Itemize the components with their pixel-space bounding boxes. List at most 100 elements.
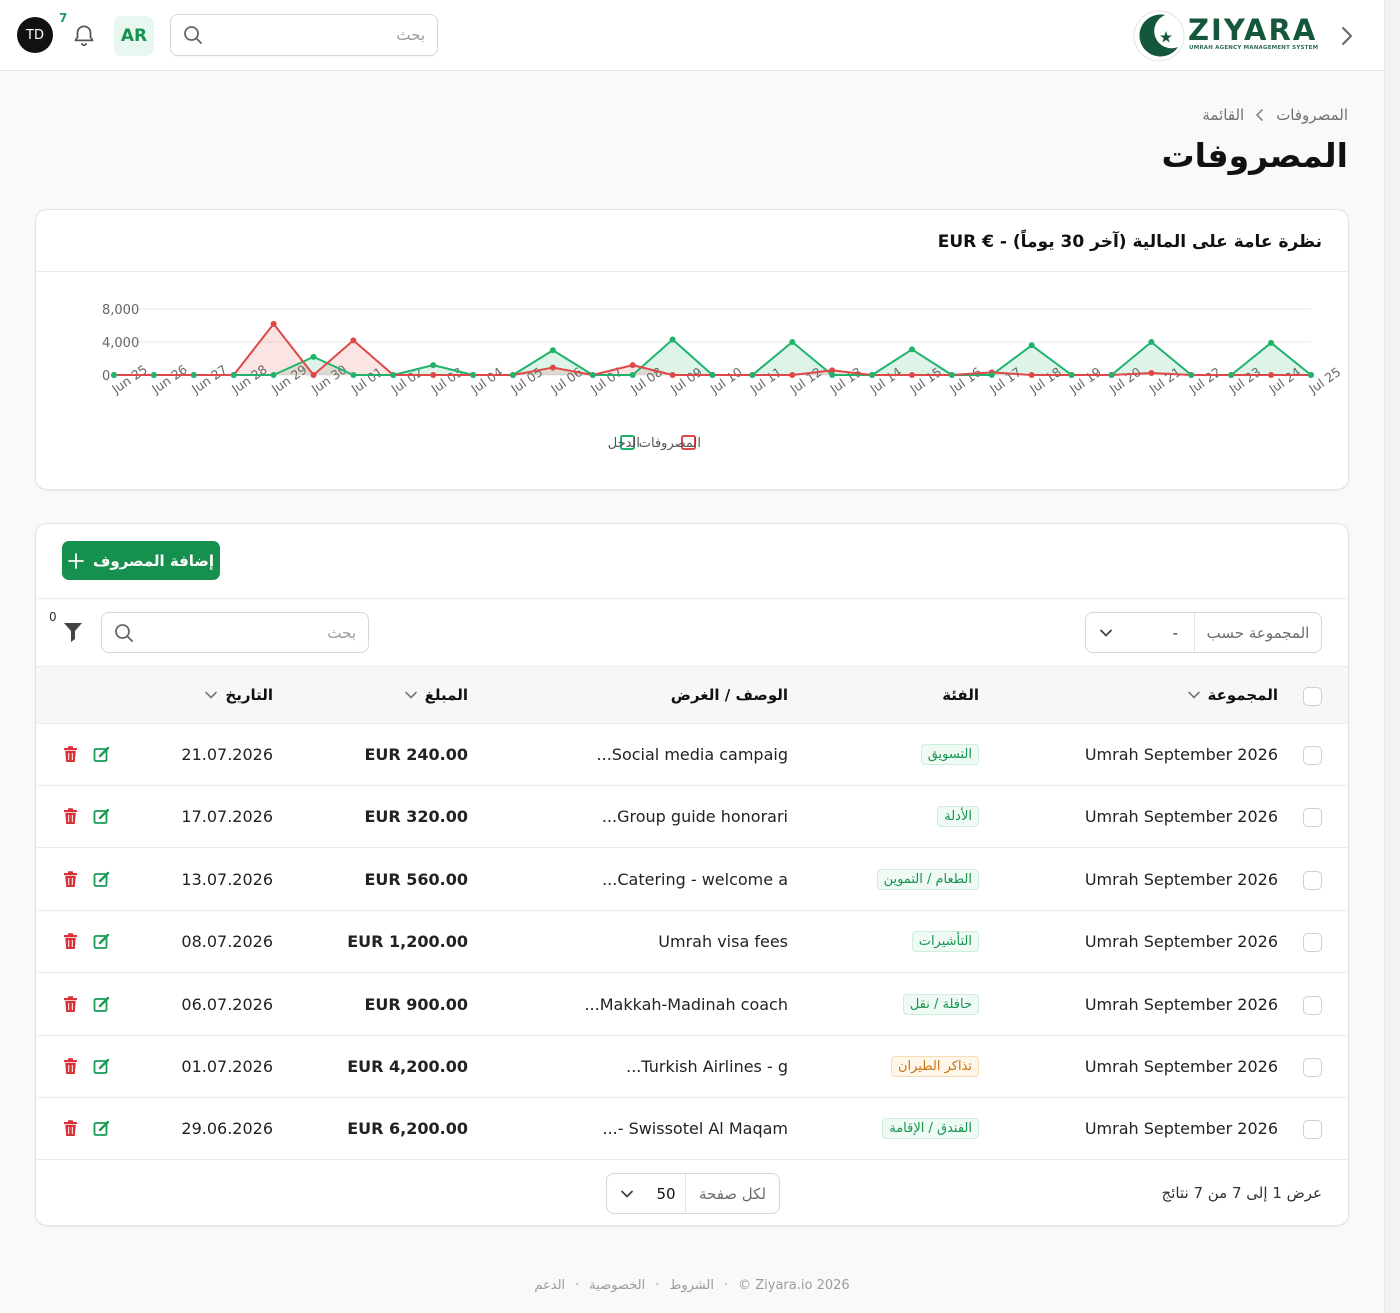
- toolbar-divider: [36, 598, 1348, 599]
- per-page-label: لكل صفحة: [685, 1174, 779, 1213]
- row-checkbox[interactable]: [1303, 1120, 1322, 1140]
- row-checkbox[interactable]: [1303, 870, 1322, 890]
- row-checkbox[interactable]: [1303, 995, 1322, 1015]
- table-row[interactable]: Umrah September 2026 الفندق / الإقامة Swis…: [36, 1098, 1348, 1161]
- data-point: [1148, 339, 1155, 345]
- y-tick-label: 8,000: [102, 303, 139, 318]
- data-point: [1068, 372, 1075, 378]
- legend-label: الدخل: [608, 436, 640, 451]
- row-checkbox[interactable]: [1303, 1058, 1322, 1077]
- table-row[interactable]: Umrah September 2026 التأشيرات Umrah visa …: [36, 911, 1348, 974]
- language-button[interactable]: AR: [114, 16, 154, 56]
- user-avatar[interactable]: TD: [17, 17, 53, 53]
- column-header-date[interactable]: التاريخ: [205, 686, 273, 704]
- row-checkbox[interactable]: [1303, 933, 1322, 953]
- page-title: المصروفات: [1161, 136, 1348, 175]
- category-badge: التسويق: [920, 744, 979, 765]
- edit-icon[interactable]: [93, 933, 110, 950]
- data-point: [1268, 372, 1275, 378]
- edit-icon[interactable]: [93, 808, 110, 825]
- data-point: [789, 339, 796, 345]
- group-cell: Umrah September 2026: [1084, 1119, 1278, 1139]
- edit-icon[interactable]: [93, 1120, 110, 1137]
- data-point: [390, 372, 397, 378]
- edit-icon[interactable]: [93, 871, 110, 888]
- scrollbar[interactable]: [1384, 0, 1400, 1313]
- column-header-amount-label: المبلغ: [424, 686, 468, 704]
- edit-icon[interactable]: [93, 746, 110, 763]
- logo-wordmark: ZIYARA: [1188, 13, 1318, 47]
- data-point: [988, 372, 995, 378]
- table-row[interactable]: Umrah September 2026 تذاكر الطيران Turkish…: [36, 1036, 1348, 1098]
- logo-tagline: UMRAH AGENCY MANAGEMENT SYSTEM: [1189, 45, 1319, 51]
- trash-icon[interactable]: [63, 870, 78, 888]
- footer-link-support[interactable]: الدعم: [534, 1278, 565, 1293]
- page-footer: © Ziyara.io 2026 · الشروط · الخصوصية · ا…: [0, 1278, 1384, 1293]
- table-row[interactable]: Umrah September 2026 التسويق Social media …: [36, 724, 1348, 786]
- group-by-select[interactable]: المجموعة حسب -: [1085, 612, 1322, 653]
- category-badge: الأدلة: [937, 806, 979, 828]
- bell-icon[interactable]: [71, 22, 97, 48]
- amount-cell: EUR 4,200.00: [347, 1057, 468, 1076]
- trash-icon[interactable]: [63, 995, 78, 1013]
- data-point: [310, 353, 317, 360]
- data-point: [1028, 342, 1035, 349]
- x-tick-label: Jul 10: [707, 364, 745, 397]
- plus-icon: [68, 552, 84, 569]
- data-point: [829, 372, 836, 378]
- breadcrumb-item-list: القائمة: [1202, 106, 1245, 124]
- date-cell: 13.07.2026: [181, 869, 273, 889]
- edit-icon[interactable]: [93, 996, 110, 1013]
- per-page-select[interactable]: لكل صفحة 50: [606, 1173, 780, 1214]
- select-all-checkbox[interactable]: [1303, 687, 1322, 706]
- x-tick-label: Jun 25: [108, 362, 150, 397]
- trash-icon[interactable]: [63, 1120, 78, 1137]
- column-header-group[interactable]: المجموعة: [1187, 686, 1278, 704]
- global-search[interactable]: [170, 14, 438, 56]
- date-cell: 06.07.2026: [181, 994, 273, 1014]
- filter-icon[interactable]: [63, 621, 83, 643]
- breadcrumb-item-expenses[interactable]: المصروفات: [1276, 106, 1348, 124]
- table-row[interactable]: Umrah September 2026 حافلة / نقل Makkah-Ma…: [36, 974, 1348, 1036]
- data-point: [669, 372, 676, 378]
- add-expense-button[interactable]: إضافة المصروف: [62, 541, 220, 580]
- trash-icon[interactable]: [63, 746, 78, 763]
- data-point: [629, 362, 636, 369]
- footer-link-terms[interactable]: الشروط: [669, 1278, 714, 1293]
- pagination-summary: عرض 1 إلى 7 من 7 نتائج: [1161, 1184, 1322, 1202]
- expenses-table-card: إضافة المصروف المجموعة حسب - 0 المجموعة …: [35, 523, 1349, 1226]
- trash-icon[interactable]: [63, 1058, 78, 1075]
- footer-separator: ·: [723, 1278, 729, 1293]
- chevron-right-icon[interactable]: [1333, 22, 1361, 50]
- y-tick-label: 4,000: [102, 336, 139, 351]
- amount-cell: EUR 320.00: [364, 807, 468, 827]
- data-point: [150, 372, 157, 378]
- row-checkbox[interactable]: [1303, 746, 1322, 765]
- chevron-down-icon: [1086, 629, 1126, 637]
- column-header-amount[interactable]: المبلغ: [404, 686, 468, 704]
- chevron-down-icon: [1187, 691, 1200, 699]
- footer-link-privacy[interactable]: الخصوصية: [589, 1278, 645, 1293]
- data-point: [1228, 372, 1235, 378]
- ziyara-logo[interactable]: ZIYARA UMRAH AGENCY MANAGEMENT SYSTEM: [1132, 9, 1319, 63]
- chevron-down-icon: [404, 691, 417, 699]
- description-cell: Makkah-Madinah coach...: [584, 994, 788, 1014]
- y-tick-label: 0: [102, 369, 110, 384]
- table-search[interactable]: [101, 612, 369, 653]
- data-point: [111, 372, 117, 378]
- data-point: [549, 364, 556, 371]
- table-search-input[interactable]: [142, 623, 356, 642]
- row-checkbox[interactable]: [1303, 808, 1322, 828]
- table-row[interactable]: Umrah September 2026 الأدلة Group guide ho…: [36, 786, 1348, 849]
- trash-icon[interactable]: [63, 933, 78, 950]
- data-point: [909, 346, 915, 353]
- chevron-down-icon: [607, 1190, 647, 1198]
- amount-cell: EUR 560.00: [364, 869, 468, 889]
- global-search-input[interactable]: [211, 26, 425, 44]
- pagination-bar: عرض 1 إلى 7 من 7 نتائج لكل صفحة 50: [36, 1160, 1348, 1227]
- date-cell: 29.06.2026: [181, 1119, 273, 1139]
- table-row[interactable]: Umrah September 2026 الطعام / التموين Cate…: [36, 849, 1348, 911]
- per-page-value: 50: [656, 1184, 676, 1203]
- trash-icon[interactable]: [63, 808, 78, 825]
- edit-icon[interactable]: [93, 1058, 110, 1075]
